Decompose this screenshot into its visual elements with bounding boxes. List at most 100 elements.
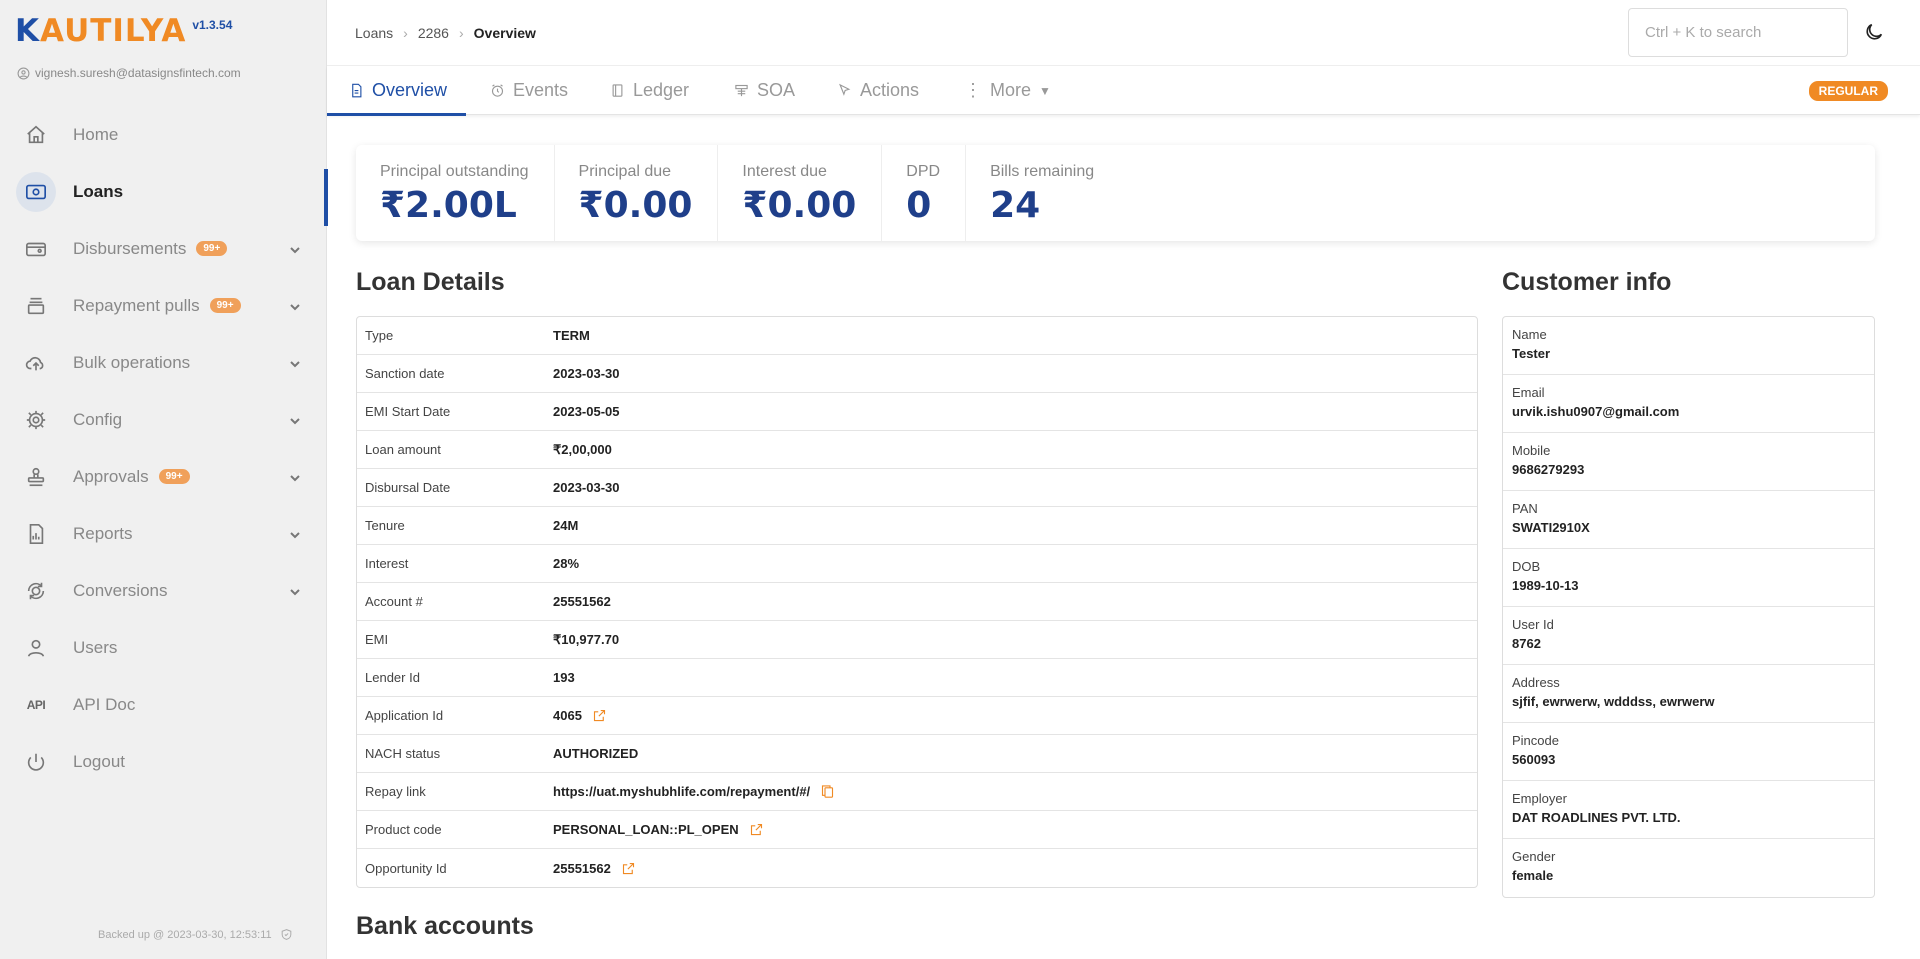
stamp-icon: [22, 463, 50, 491]
stat-label: Interest due: [742, 163, 827, 180]
table-row: Type TERM: [357, 317, 1477, 355]
copy-icon[interactable]: [820, 784, 835, 799]
repayment-icon: [22, 292, 50, 320]
field-label: DOB: [1512, 559, 1541, 574]
sidebar-item-logout[interactable]: Logout: [0, 733, 327, 790]
row-value-text: 2023-03-30: [553, 366, 620, 381]
shield-check-icon: [281, 929, 291, 940]
row-value: AUTHORIZED: [553, 746, 638, 761]
table-row: EMI ₹10,977.70: [357, 621, 1477, 659]
tab-actions[interactable]: Actions: [837, 66, 919, 115]
tab-label: Ledger: [633, 80, 690, 100]
stat-label: DPD: [906, 163, 941, 180]
more-vertical-icon: ⋮: [964, 80, 982, 100]
row-value-text: TERM: [553, 328, 590, 343]
row-value: https://uat.myshubhlife.com/repayment/#/: [553, 784, 835, 799]
stat-label: Principal due: [578, 163, 672, 180]
row-value-text: AUTHORIZED: [553, 746, 639, 761]
sidebar-item-repayment-pulls[interactable]: Repayment pulls 99+: [0, 277, 327, 334]
row-key: Account #: [365, 594, 423, 609]
row-value: 4065: [553, 708, 607, 723]
row-value: 2023-05-05: [553, 404, 620, 419]
sidebar-item-label: Repayment pulls: [73, 295, 200, 315]
user-icon: [22, 634, 50, 662]
chevron-down-icon[interactable]: [289, 585, 301, 597]
customer-info-title: Customer info: [1502, 268, 1672, 296]
sidebar-item-bulk-operations[interactable]: Bulk operations: [0, 334, 327, 391]
sidebar-item-label: Bulk operations: [73, 352, 191, 372]
stat-bills-remaining: Bills remaining 24: [966, 145, 1119, 241]
row-value: 25551562: [553, 594, 611, 609]
sidebar-item-api-doc[interactable]: API API Doc: [0, 676, 327, 733]
row-value: ₹10,977.70: [553, 632, 619, 648]
row-value: 193: [553, 670, 575, 685]
logo-first-letter: K: [15, 13, 41, 49]
stat-value: 24: [990, 185, 1041, 226]
chevron-down-icon[interactable]: [289, 300, 301, 312]
row-key: Type: [365, 328, 394, 343]
chevron-down-icon[interactable]: [289, 243, 301, 255]
external-link-icon[interactable]: [621, 861, 636, 876]
count-badge: 99+: [196, 241, 228, 256]
sidebar-item-label: Approvals: [73, 466, 149, 486]
sidebar-item-label: Reports: [73, 523, 133, 543]
api-icon: API: [26, 697, 46, 712]
chevron-down-icon[interactable]: [289, 414, 301, 426]
chevron-down-icon[interactable]: [289, 471, 301, 483]
sidebar: KAUTILYA v1.3.54 vignesh.suresh@datasign…: [0, 0, 328, 959]
field-label: Address: [1512, 675, 1560, 690]
sidebar-item-label: Disbursements: [73, 238, 187, 258]
sidebar-item-loans[interactable]: Loans: [0, 163, 328, 226]
list-item: Employer DAT ROADLINES PVT. LTD.: [1503, 781, 1874, 839]
chevron-down-icon[interactable]: [289, 357, 301, 369]
loan-details-title: Loan Details: [356, 268, 505, 296]
sidebar-item-approvals[interactable]: Approvals 99+: [0, 448, 327, 505]
tab-overview[interactable]: Overview: [326, 66, 467, 116]
search-input[interactable]: [1628, 8, 1848, 57]
breadcrumb-item-loans[interactable]: Loans: [355, 25, 393, 41]
field-label: PAN: [1512, 501, 1538, 516]
external-link-icon[interactable]: [592, 708, 607, 723]
breadcrumb-item-loan-id[interactable]: 2286: [418, 25, 449, 41]
row-key: NACH status: [365, 746, 441, 761]
tab-events[interactable]: Events: [490, 66, 568, 115]
table-row: Sanction date 2023-03-30: [357, 355, 1477, 393]
row-value: PERSONAL_LOAN::PL_OPEN: [553, 822, 764, 837]
chevron-right-icon: ›: [403, 25, 408, 41]
row-value-text: 4065: [553, 708, 582, 723]
row-value: 2023-03-30: [553, 480, 620, 495]
logo-rest: AUTILYA: [40, 13, 187, 49]
field-label: Email: [1512, 385, 1545, 400]
stat-label: Bills remaining: [990, 163, 1095, 180]
row-value: 24M: [553, 518, 578, 533]
row-key: Opportunity Id: [365, 860, 447, 876]
tab-soa[interactable]: SOA: [734, 66, 795, 115]
list-item: Email urvik.ishu0907@gmail.com: [1503, 375, 1874, 433]
sidebar-item-disbursements[interactable]: Disbursements 99+: [0, 220, 327, 277]
sidebar-item-reports[interactable]: Reports: [0, 505, 327, 562]
sidebar-item-config[interactable]: Config: [0, 391, 327, 448]
sidebar-item-home[interactable]: Home: [0, 106, 327, 163]
field-value: SWATI2910X: [1512, 520, 1590, 535]
field-value: 560093: [1512, 752, 1556, 767]
stat-value: ₹0.00: [578, 185, 693, 226]
disbursements-icon: [22, 235, 50, 263]
table-row: Interest 28%: [357, 545, 1477, 583]
row-key: Lender Id: [365, 670, 420, 685]
stat-dpd: DPD 0: [882, 145, 967, 241]
moon-icon[interactable]: [1863, 21, 1887, 45]
logo[interactable]: KAUTILYA: [15, 14, 186, 48]
row-key: Interest: [365, 556, 409, 571]
tab-label: Actions: [860, 80, 920, 100]
sidebar-item-conversions[interactable]: Conversions: [0, 562, 327, 619]
list-item: User Id 8762: [1503, 607, 1874, 665]
external-link-icon[interactable]: [749, 822, 764, 837]
user-email: vignesh.suresh@datasignsfintech.com: [35, 66, 241, 80]
sidebar-item-users[interactable]: Users: [0, 619, 327, 676]
stat-principal-outstanding: Principal outstanding ₹2.00L: [356, 145, 555, 241]
row-value-text: ₹10,977.70: [553, 631, 620, 647]
tab-ledger[interactable]: Ledger: [610, 66, 689, 115]
row-key: EMI: [365, 632, 389, 647]
chevron-down-icon[interactable]: [289, 528, 301, 540]
tab-more[interactable]: ⋮ More ▼: [964, 66, 1051, 115]
